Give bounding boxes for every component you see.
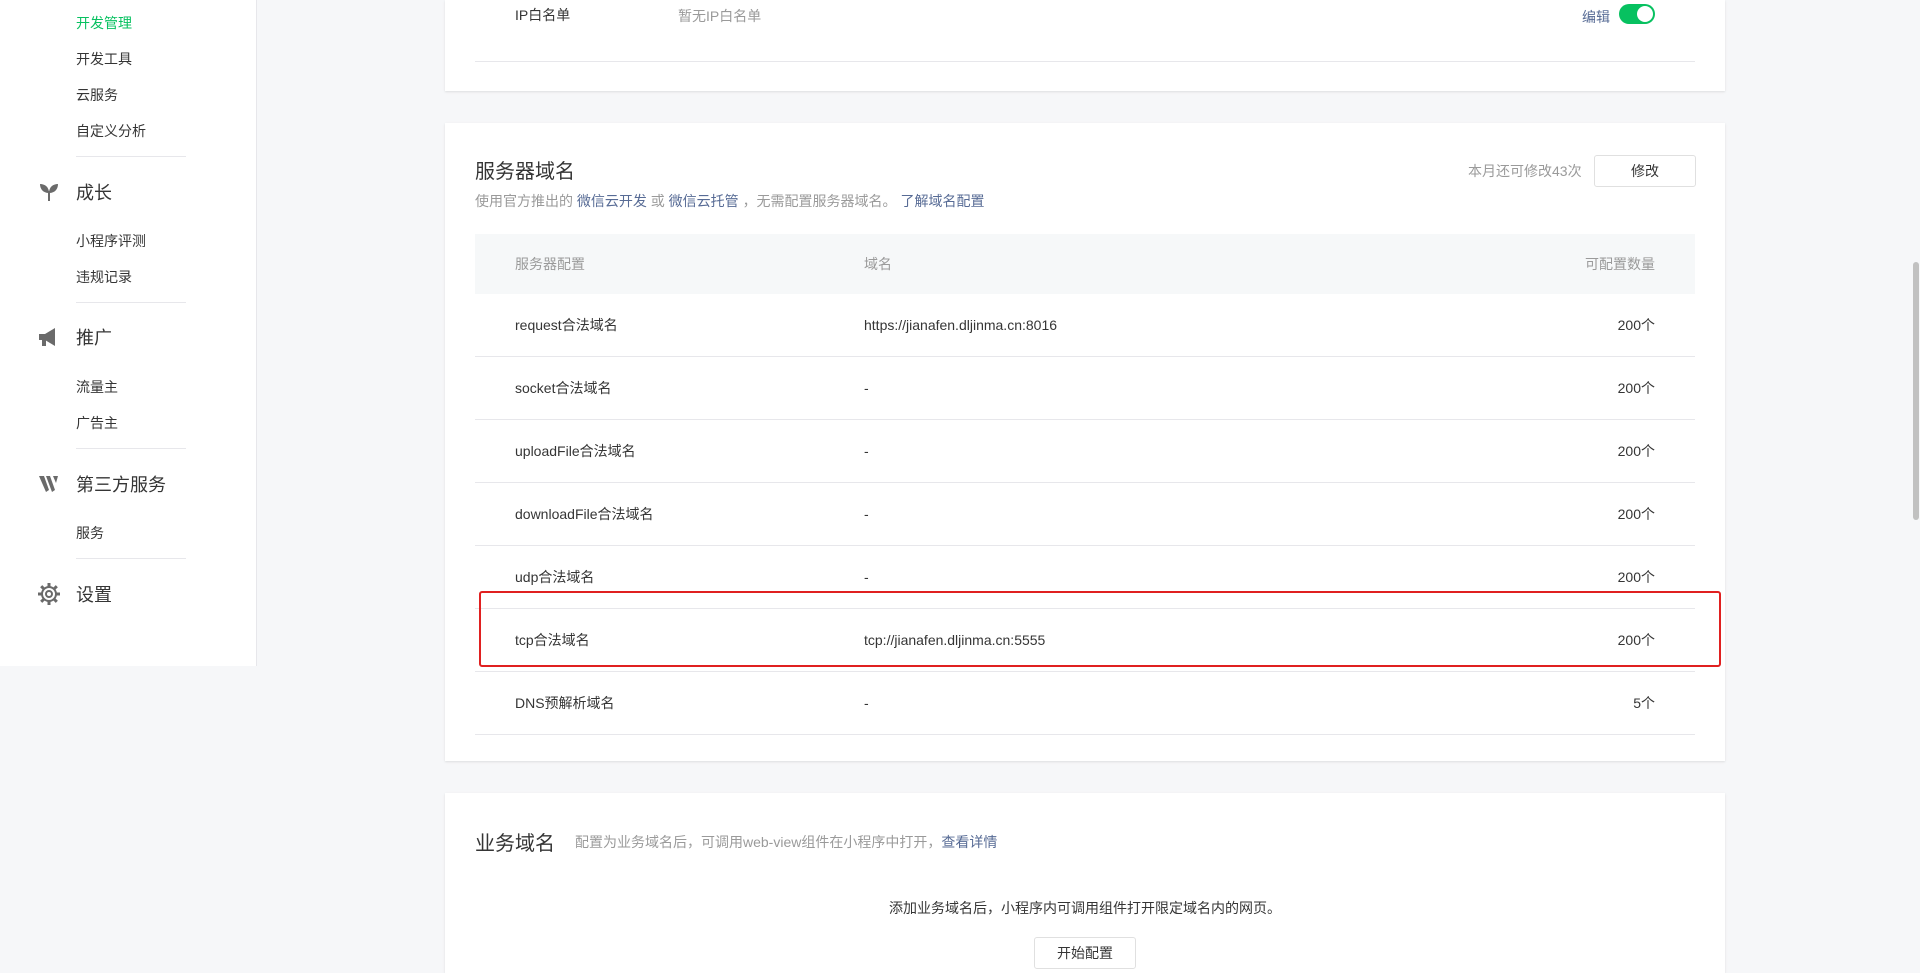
row-config-name: DNS预解析域名 [515,695,615,711]
table-row: downloadFile合法域名 - 200个 [475,483,1695,546]
sidebar-item-violation-records[interactable]: 违规记录 [76,267,132,287]
desc-text: 或 [650,193,665,209]
sidebar-group-promotion[interactable]: 推广 [36,323,112,351]
business-domain-card: 业务域名 配置为业务域名后，可调用web-view组件在小程序中打开，查看详情 … [445,793,1725,973]
table-row: socket合法域名 - 200个 [475,357,1695,420]
sidebar: 开发管理 开发工具 云服务 自定义分析 成长 小程序评测 违规记录 推广 流量主… [0,0,257,666]
row-count: 200个 [1617,632,1655,648]
row-config-name: socket合法域名 [515,380,612,396]
row-domain: - [864,380,869,396]
modify-quota-text: 本月还可修改43次 [1468,163,1582,179]
third-party-logo-icon [36,471,62,497]
ip-whitelist-value: 暂无IP白名单 [678,8,762,24]
desc-text: 使用官方推出的 [475,193,573,209]
sidebar-divider [76,302,186,303]
sidebar-item-dev-tools[interactable]: 开发工具 [76,49,132,69]
modify-button[interactable]: 修改 [1594,155,1696,187]
sidebar-group-growth[interactable]: 成长 [36,178,112,206]
row-config-name: downloadFile合法域名 [515,506,654,522]
row-domain: - [864,695,869,711]
sidebar-group-third-party[interactable]: 第三方服务 [36,470,166,498]
row-config-name: request合法域名 [515,317,618,333]
sidebar-item-custom-analysis[interactable]: 自定义分析 [76,121,146,141]
business-domain-empty-text: 添加业务域名后，小程序内可调用组件打开限定域名内的网页。 [889,900,1281,916]
row-domain: https://jianafen.dljinma.cn:8016 [864,317,1058,333]
ip-whitelist-card: IP白名单 暂无IP白名单 编辑 [445,0,1725,91]
view-details-link[interactable]: 查看详情 [941,834,997,850]
server-domain-title: 服务器域名 [475,161,575,183]
header-count: 可配置数量 [1585,256,1655,272]
sprout-icon [36,179,62,205]
header-domain: 域名 [864,256,892,272]
table-row: request合法域名 https://jianafen.dljinma.cn:… [475,294,1695,357]
sidebar-item-evaluation[interactable]: 小程序评测 [76,231,146,251]
ip-whitelist-toggle[interactable] [1619,4,1655,24]
gear-icon [36,581,62,607]
sidebar-divider [76,448,186,449]
start-config-button[interactable]: 开始配置 [1034,937,1136,969]
row-domain: - [864,569,869,585]
row-config-name: uploadFile合法域名 [515,443,636,459]
header-config: 服务器配置 [515,256,585,272]
sidebar-item-cloud-service[interactable]: 云服务 [76,85,118,105]
row-count: 200个 [1617,569,1655,585]
server-domain-table: 服务器配置 域名 可配置数量 request合法域名 https://jiana… [475,234,1695,735]
toggle-knob [1637,6,1653,22]
ip-whitelist-label: IP白名单 [515,7,571,23]
desc-text: ，无需配置服务器域名。 [742,193,897,209]
row-config-name: udp合法域名 [515,569,595,585]
megaphone-icon [36,324,62,350]
sidebar-item-services[interactable]: 服务 [76,523,104,543]
row-domain: tcp://jianafen.dljinma.cn:5555 [864,632,1046,648]
server-domain-card: 服务器域名 使用官方推出的 微信云开发 或 微信云托管 ，无需配置服务器域名。 … [445,123,1725,761]
row-count: 200个 [1617,380,1655,396]
row-count: 5个 [1633,695,1655,711]
row-config-name: tcp合法域名 [515,632,590,648]
sidebar-group-label: 第三方服务 [76,475,166,495]
row-domain: - [864,506,869,522]
divider [475,61,1695,62]
sidebar-divider [76,156,186,157]
table-row: DNS预解析域名 - 5个 [475,672,1695,735]
business-domain-desc: 配置为业务域名后，可调用web-view组件在小程序中打开，查看详情 [575,832,997,852]
page-scrollbar[interactable] [1912,0,1920,961]
sidebar-divider [76,558,186,559]
server-domain-desc: 使用官方推出的 微信云开发 或 微信云托管 ，无需配置服务器域名。 了解域名配置 [475,191,984,211]
scrollbar-thumb[interactable] [1913,262,1919,520]
learn-domain-config-link[interactable]: 了解域名配置 [900,193,984,209]
ip-whitelist-edit-link[interactable]: 编辑 [1582,7,1610,27]
row-count: 200个 [1617,443,1655,459]
row-count: 200个 [1617,506,1655,522]
sidebar-group-label: 设置 [76,585,112,605]
desc-text: 配置为业务域名后，可调用web-view组件在小程序中打开， [575,834,942,850]
sidebar-item-dev-management[interactable]: 开发管理 [76,13,132,33]
sidebar-group-label: 推广 [76,328,112,348]
table-row: uploadFile合法域名 - 200个 [475,420,1695,483]
row-domain: - [864,443,869,459]
sidebar-item-traffic-owner[interactable]: 流量主 [76,377,118,397]
row-count: 200个 [1617,317,1655,333]
sidebar-group-label: 成长 [76,183,112,203]
wechat-cloud-dev-link[interactable]: 微信云开发 [577,193,647,209]
table-row: tcp合法域名 tcp://jianafen.dljinma.cn:5555 2… [475,609,1695,672]
table-row: udp合法域名 - 200个 [475,546,1695,609]
wechat-cloud-hosting-link[interactable]: 微信云托管 [669,193,739,209]
sidebar-item-advertiser[interactable]: 广告主 [76,413,118,433]
sidebar-group-settings[interactable]: 设置 [36,580,112,608]
table-header: 服务器配置 域名 可配置数量 [475,234,1695,294]
business-domain-title: 业务域名 [475,833,555,855]
